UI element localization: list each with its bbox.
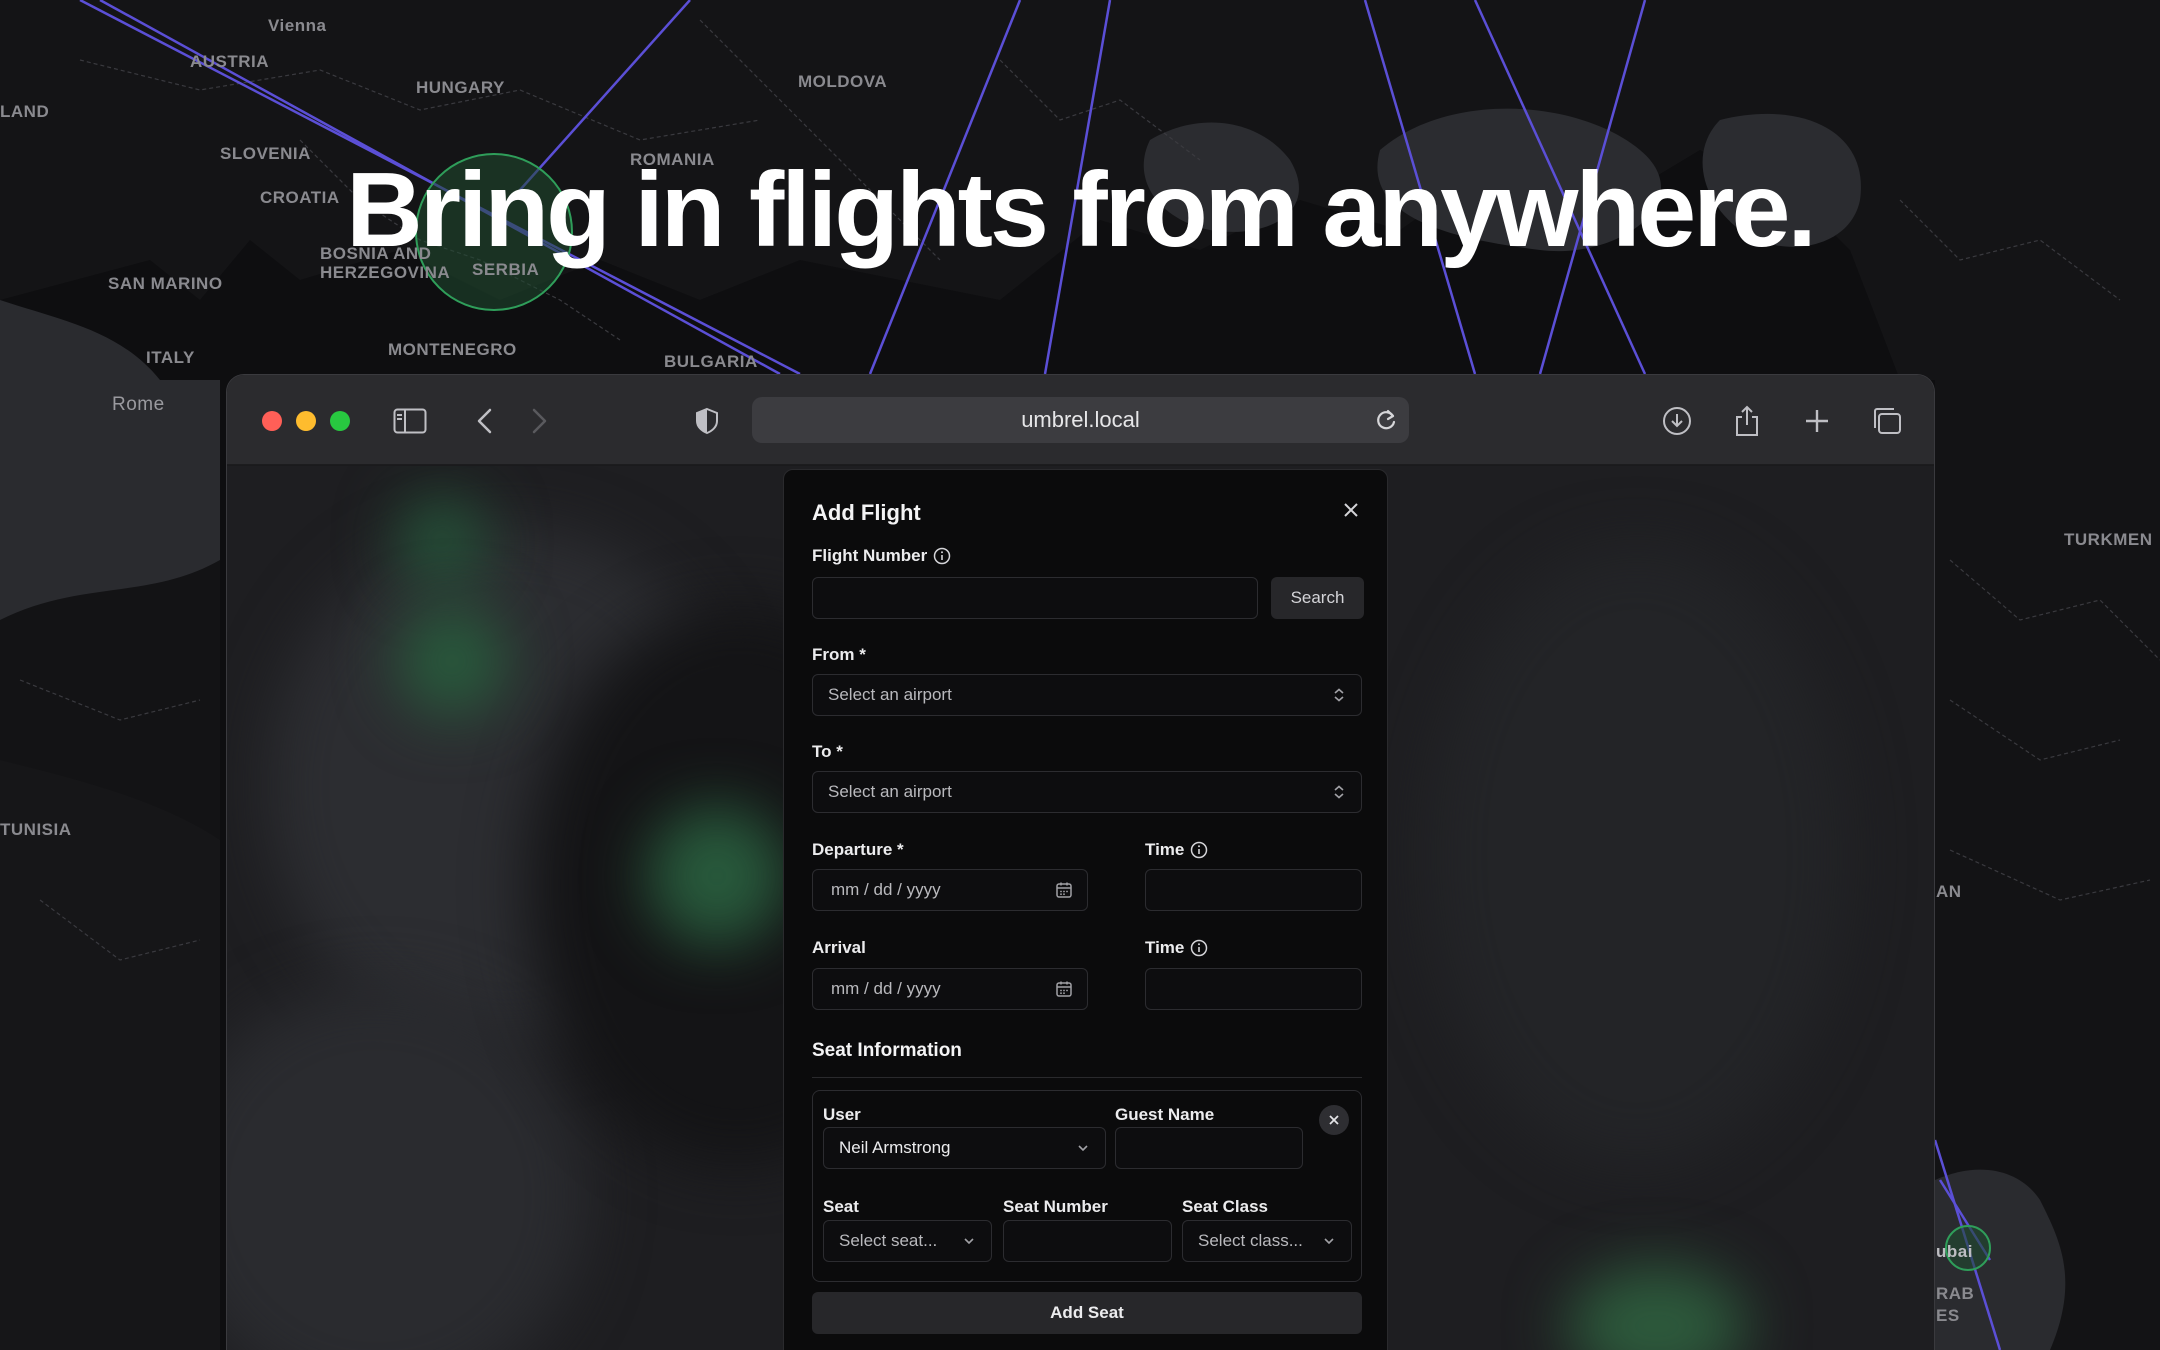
new-tab-icon[interactable] xyxy=(1799,403,1835,439)
backdrop-marker xyxy=(397,606,507,716)
privacy-shield-icon[interactable] xyxy=(689,403,725,439)
minimize-window-button[interactable] xyxy=(296,411,316,431)
seat-card: User Neil Armstrong Guest Name Seat Sele… xyxy=(812,1090,1362,1282)
chevron-down-icon xyxy=(964,1238,974,1245)
from-airport-placeholder: Select an airport xyxy=(828,685,952,704)
arrival-date-placeholder: mm / dd / yyyy xyxy=(831,979,941,998)
arrival-time-input[interactable] xyxy=(1145,968,1362,1010)
backdrop-marker xyxy=(1567,1266,1747,1350)
calendar-icon[interactable] xyxy=(1055,980,1073,998)
seat-number-label: Seat Number xyxy=(1003,1197,1108,1216)
departure-date-placeholder: mm / dd / yyyy xyxy=(831,880,941,899)
add-flight-dialog: Add Flight Flight Number Search From * S… xyxy=(783,469,1388,1350)
chevron-down-icon xyxy=(1078,1145,1088,1152)
backdrop-marker xyxy=(397,496,487,586)
seat-label: Seat xyxy=(823,1197,859,1216)
map-label-san-marino: SAN MARINO xyxy=(108,274,223,293)
seat-class-select[interactable]: Select class... xyxy=(1182,1220,1352,1262)
arrival-date-input[interactable]: mm / dd / yyyy xyxy=(812,968,1088,1010)
user-select[interactable]: Neil Armstrong xyxy=(823,1127,1106,1169)
page-content: Add Flight Flight Number Search From * S… xyxy=(227,466,1934,1350)
from-label: From * xyxy=(812,645,866,664)
search-button[interactable]: Search xyxy=(1271,577,1364,619)
close-window-button[interactable] xyxy=(262,411,282,431)
info-icon[interactable] xyxy=(933,547,951,565)
map-label-italy: ITALY xyxy=(146,348,195,367)
map-label-land: LAND xyxy=(0,102,50,121)
close-dialog-icon[interactable] xyxy=(1339,498,1363,522)
backdrop-marker xyxy=(647,806,787,946)
map-label-bulgaria: BULGARIA xyxy=(664,352,758,371)
add-seat-button[interactable]: Add Seat xyxy=(812,1292,1362,1334)
flight-number-label-text: Flight Number xyxy=(812,546,928,565)
tab-overview-icon[interactable] xyxy=(1869,403,1905,439)
sidebar-toggle-icon[interactable] xyxy=(392,403,428,439)
departure-time-input[interactable] xyxy=(1145,869,1362,911)
chevron-up-down-icon xyxy=(1334,688,1344,702)
map-label-montenegro: MONTENEGRO xyxy=(388,340,517,359)
departure-time-label-text: Time xyxy=(1145,840,1185,859)
share-icon[interactable] xyxy=(1729,403,1765,439)
departure-label: Departure * xyxy=(812,840,904,859)
map-label-dubai: ubai xyxy=(1936,1242,1973,1261)
map-label-moldova: MOLDOVA xyxy=(798,72,888,91)
chevron-up-down-icon xyxy=(1334,785,1344,799)
seat-select-placeholder: Select seat... xyxy=(839,1231,938,1250)
map-label-arab: RAB xyxy=(1936,1284,1975,1303)
url-text: umbrel.local xyxy=(1021,407,1140,432)
backdrop-shape xyxy=(1427,546,1847,1166)
map-label-hungary: HUNGARY xyxy=(416,78,505,97)
departure-date-input[interactable]: mm / dd / yyyy xyxy=(812,869,1088,911)
map-label-es: ES xyxy=(1936,1306,1960,1325)
seat-number-input[interactable] xyxy=(1003,1220,1172,1262)
browser-window: umbrel.local Add Flight Flight Number Se… xyxy=(226,374,1935,1350)
arrival-time-label: Time xyxy=(1145,938,1208,958)
info-icon[interactable] xyxy=(1190,841,1208,859)
to-label: To * xyxy=(812,742,843,761)
user-label: User xyxy=(823,1105,861,1124)
guest-name-input[interactable] xyxy=(1115,1127,1303,1169)
remove-seat-button[interactable] xyxy=(1319,1105,1349,1135)
address-bar[interactable]: umbrel.local xyxy=(752,397,1409,443)
flight-number-input[interactable] xyxy=(812,577,1258,619)
from-airport-select[interactable]: Select an airport xyxy=(812,674,1362,716)
arrival-time-label-text: Time xyxy=(1145,938,1185,957)
seat-class-label: Seat Class xyxy=(1182,1197,1268,1216)
back-icon[interactable] xyxy=(467,403,503,439)
forward-icon[interactable] xyxy=(521,403,557,439)
map-label-turkmen: TURKMEN xyxy=(2064,530,2153,549)
calendar-icon[interactable] xyxy=(1055,881,1073,899)
to-airport-select[interactable]: Select an airport xyxy=(812,771,1362,813)
section-divider xyxy=(812,1077,1362,1078)
map-label-rome: Rome xyxy=(112,394,165,415)
seat-class-placeholder: Select class... xyxy=(1198,1231,1303,1250)
seat-select[interactable]: Select seat... xyxy=(823,1220,992,1262)
user-select-value: Neil Armstrong xyxy=(839,1138,951,1157)
guest-name-label: Guest Name xyxy=(1115,1105,1215,1124)
info-icon[interactable] xyxy=(1190,939,1208,957)
reload-icon[interactable] xyxy=(1373,407,1399,433)
departure-time-label: Time xyxy=(1145,840,1208,860)
map-label-austria: AUSTRIA xyxy=(190,52,270,71)
map-label-vienna: Vienna xyxy=(268,16,327,35)
map-label-an: AN xyxy=(1936,882,1962,901)
map-label-tunisia: TUNISIA xyxy=(0,820,72,839)
download-icon[interactable] xyxy=(1659,403,1695,439)
close-icon xyxy=(1329,1115,1339,1125)
seat-information-title: Seat Information xyxy=(812,1040,962,1061)
maximize-window-button[interactable] xyxy=(330,411,350,431)
flight-number-label: Flight Number xyxy=(812,546,951,566)
headline: Bring in flights from anywhere. xyxy=(346,151,1817,269)
dialog-title: Add Flight xyxy=(812,500,921,525)
to-airport-placeholder: Select an airport xyxy=(828,782,952,801)
browser-toolbar: umbrel.local xyxy=(227,375,1934,465)
arrival-label: Arrival xyxy=(812,938,866,957)
chevron-down-icon xyxy=(1324,1238,1334,1245)
